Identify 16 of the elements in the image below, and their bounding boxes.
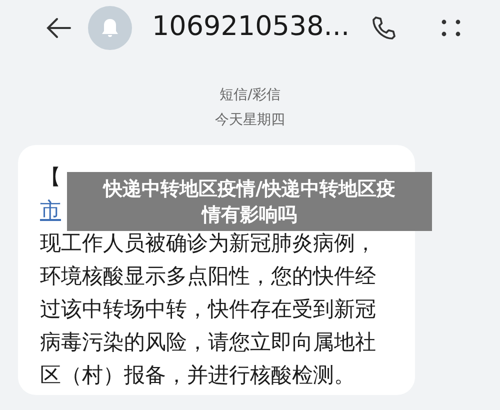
bell-icon — [101, 18, 119, 38]
message-line: 病毒污染的风险，请您立即向属地社 — [40, 329, 376, 356]
phone-icon[interactable] — [370, 14, 398, 42]
caption-text: 快递中转地区疫情/快递中转地区疫 — [104, 176, 396, 202]
contact-number: 1069210538... — [152, 10, 350, 44]
date-label: 今天星期四 — [215, 111, 285, 130]
message-type-label: 短信/彩信 — [220, 86, 280, 105]
back-icon[interactable] — [46, 16, 72, 38]
message-line: 现工作人员被确诊为新冠肺炎病例， — [40, 230, 376, 257]
message-line: 过该中转场中转，快件存在受到新冠 — [40, 296, 376, 323]
message-line: 环境核酸显示多点阳性，您的快件经 — [40, 263, 376, 290]
caption-text: 情有影响吗 — [202, 202, 297, 228]
more-icon[interactable] — [440, 18, 462, 38]
message-line: 区（村）报备，并进行核酸检测。 — [40, 362, 355, 389]
message-line: 【 — [40, 164, 61, 191]
message-link[interactable]: 市 — [40, 194, 61, 227]
